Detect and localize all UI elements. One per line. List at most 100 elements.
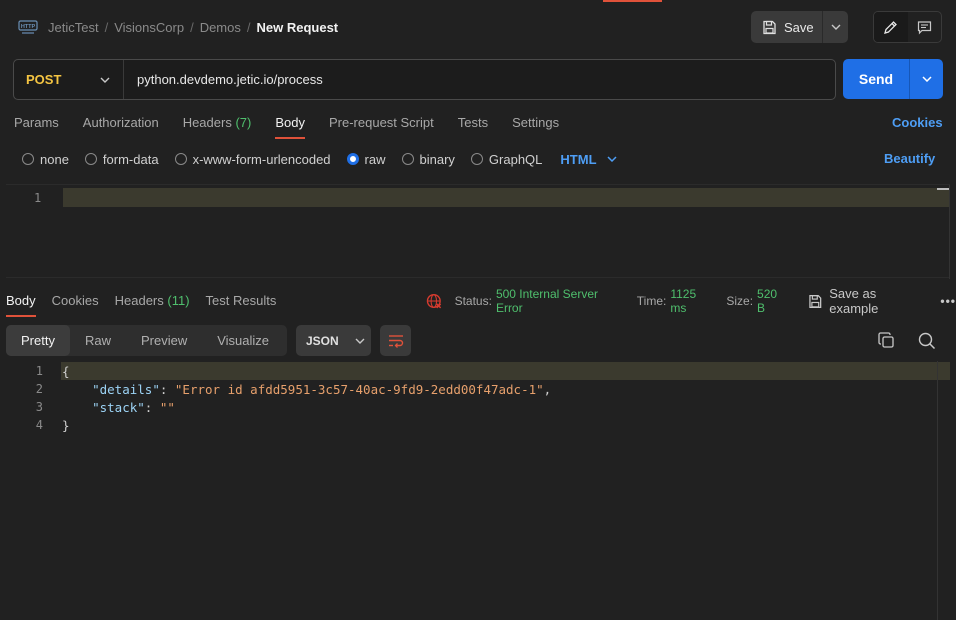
json-comma: , <box>543 381 552 397</box>
code-text: } <box>62 417 70 433</box>
save-as-example-button[interactable]: Save as example <box>808 286 927 316</box>
copy-icon[interactable] <box>878 332 895 349</box>
comment-icon <box>917 20 931 34</box>
size-value[interactable]: 520 B <box>757 287 788 315</box>
breadcrumb: JeticTest / VisionsCorp / Demos / New Re… <box>48 18 338 36</box>
method-select[interactable]: POST <box>14 60 124 99</box>
json-string-value: "" <box>159 399 175 415</box>
tab-pre-request-script[interactable]: Pre-request Script <box>329 115 434 139</box>
response-tab-test-results[interactable]: Test Results <box>206 293 277 317</box>
tab-headers[interactable]: Headers (7) <box>183 115 252 139</box>
search-icon[interactable] <box>918 332 936 350</box>
comments-button[interactable] <box>908 12 942 42</box>
editor-scrollbar[interactable] <box>949 185 950 279</box>
radio-button[interactable] <box>22 153 34 165</box>
request-url-bar: POST python.devdemo.jetic.io/process <box>13 59 836 100</box>
code-line: 3 "stack": "" <box>6 398 175 416</box>
view-mode-toggle <box>873 11 942 43</box>
response-body-viewer[interactable]: 1 { 2 "details": "Error id afdd5951-3c57… <box>6 361 950 620</box>
json-separator: : <box>159 381 175 397</box>
save-options-button[interactable] <box>823 11 848 43</box>
beautify-button[interactable]: Beautify <box>884 151 935 166</box>
response-tab-cookies[interactable]: Cookies <box>52 293 99 317</box>
view-tab-pretty[interactable]: Pretty <box>6 325 70 356</box>
chevron-down-icon <box>831 24 840 30</box>
save-button-group: Save <box>751 11 848 43</box>
raw-format-select[interactable]: HTML <box>560 152 617 167</box>
more-options-icon[interactable]: ••• <box>940 294 956 308</box>
radio-button[interactable] <box>84 153 97 165</box>
body-type-graphql[interactable]: GraphQL <box>470 152 542 167</box>
wrap-lines-icon <box>388 334 403 348</box>
response-format-value: JSON <box>306 333 339 348</box>
send-options-button[interactable] <box>910 59 943 99</box>
request-name[interactable]: New Request <box>257 20 339 35</box>
breadcrumb-collection[interactable]: VisionsCorp <box>114 20 184 35</box>
response-tab-headers[interactable]: Headers (11) <box>115 293 190 317</box>
network-error-icon[interactable] <box>426 293 443 310</box>
edit-mode-button[interactable] <box>874 12 908 42</box>
headers-count: (7) <box>235 115 252 130</box>
view-tab-visualize[interactable]: Visualize <box>202 325 284 356</box>
chevron-down-icon <box>100 77 110 83</box>
save-button[interactable]: Save <box>751 11 823 43</box>
tab-authorization[interactable]: Authorization <box>83 115 159 139</box>
http-request-icon: HTTP <box>18 20 38 34</box>
request-body-editor[interactable]: 1 <box>6 184 950 279</box>
tab-settings[interactable]: Settings <box>512 115 559 139</box>
line-number: 2 <box>35 382 43 396</box>
status-label: Status: <box>454 294 492 308</box>
save-icon <box>808 294 821 308</box>
radio-button[interactable] <box>174 153 187 165</box>
status-value[interactable]: 500 Internal Server Error <box>496 287 625 315</box>
time-value[interactable]: 1125 ms <box>670 287 714 315</box>
code-text: "details": "Error id afdd5951-3c57-40ac-… <box>62 382 551 397</box>
radio-button-selected[interactable] <box>346 153 359 165</box>
view-tab-raw[interactable]: Raw <box>70 325 126 356</box>
body-type-binary[interactable]: binary <box>401 152 455 167</box>
response-scrollbar[interactable] <box>937 361 938 620</box>
radio-button[interactable] <box>401 153 414 165</box>
body-type-none[interactable]: none <box>22 152 69 167</box>
body-type-raw[interactable]: raw <box>346 152 386 167</box>
response-tab-body[interactable]: Body <box>6 293 36 317</box>
breadcrumb-workspace[interactable]: JeticTest <box>48 20 99 35</box>
response-headers-count: (11) <box>167 293 190 308</box>
line-number: 4 <box>35 418 43 432</box>
save-as-example-label: Save as example <box>829 286 879 316</box>
url-input[interactable]: python.devdemo.jetic.io/process <box>124 72 323 87</box>
code-text: { <box>62 363 70 379</box>
code-line: 1 { <box>6 362 70 380</box>
method-value: POST <box>26 72 62 87</box>
chevron-down-icon <box>606 156 617 162</box>
wrap-lines-button[interactable] <box>380 325 411 356</box>
code-line: 4 } <box>6 416 70 434</box>
tab-tests[interactable]: Tests <box>458 115 488 139</box>
body-type-urlencoded[interactable]: x-www-form-urlencoded <box>174 152 331 167</box>
tab-body[interactable]: Body <box>275 115 305 139</box>
line-number: 1 <box>34 191 42 205</box>
response-meta: Status: 500 Internal Server Error Time: … <box>426 286 956 316</box>
body-type-form-data[interactable]: form-data <box>84 152 159 167</box>
code-text: "stack": "" <box>62 400 175 415</box>
radio-button[interactable] <box>470 153 483 165</box>
json-string-value: "Error id afdd5951-3c57-40ac-9fd9-2edd00… <box>174 381 544 397</box>
send-button[interactable]: Send <box>843 59 910 99</box>
active-line-highlight <box>61 362 950 380</box>
response-format-select[interactable]: JSON <box>296 325 371 356</box>
time-label: Time: <box>636 294 667 308</box>
chevron-down-icon <box>921 76 932 82</box>
json-separator: : <box>144 399 160 415</box>
json-key: "stack" <box>92 399 145 415</box>
breadcrumb-folder[interactable]: Demos <box>200 20 241 35</box>
code-line: 2 "details": "Error id afdd5951-3c57-40a… <box>6 380 551 398</box>
view-tab-preview[interactable]: Preview <box>126 325 202 356</box>
tab-params[interactable]: Params <box>14 115 59 139</box>
send-button-group: Send <box>843 59 943 99</box>
request-header: HTTP JeticTest / VisionsCorp / Demos / N… <box>0 0 956 54</box>
chevron-down-icon <box>355 338 365 344</box>
cookies-link[interactable]: Cookies <box>892 115 943 130</box>
response-tabs: Body Cookies Headers (11) Test Results <box>6 293 292 317</box>
json-key: "details" <box>92 381 160 397</box>
line-number: 3 <box>35 400 43 414</box>
